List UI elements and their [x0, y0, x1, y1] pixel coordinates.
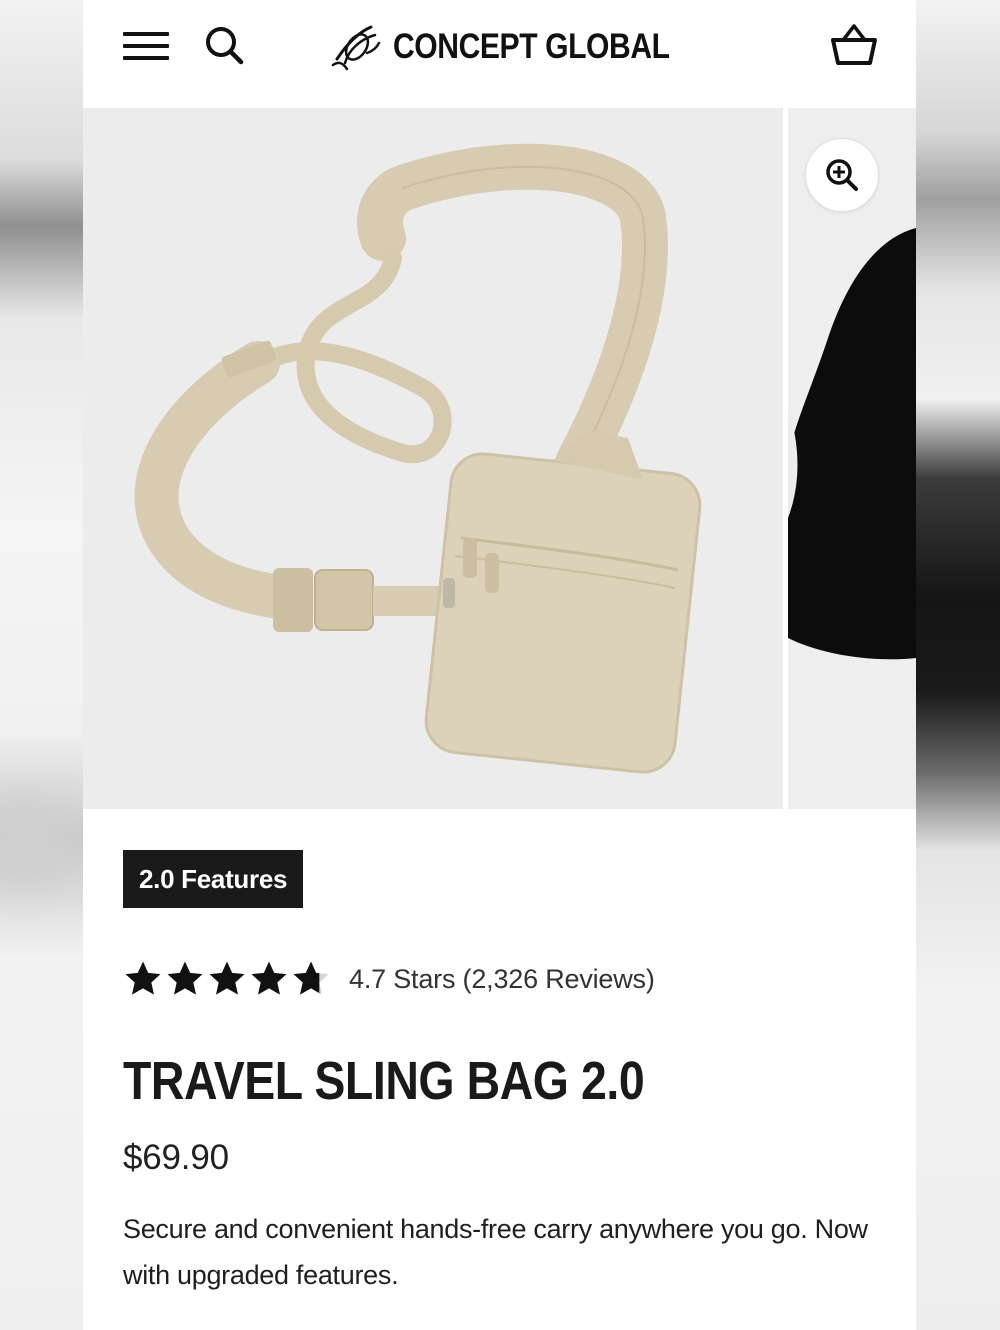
blurred-backdrop-right — [916, 0, 1000, 1330]
brand-logo[interactable]: CONCEPT GLOBAL — [327, 18, 715, 76]
product-description: Secure and convenient hands-free carry a… — [123, 1214, 868, 1290]
feature-badge: 2.0 Features — [123, 850, 304, 908]
product-rating[interactable]: 4.7 Stars (2,326 Reviews) — [123, 955, 655, 1003]
search-button[interactable] — [201, 22, 247, 68]
mobile-product-page: CONCEPT GLOBAL 2.0 Features 4.7 Stars (2… — [83, 0, 916, 1330]
product-image-main[interactable] — [83, 108, 783, 809]
zoom-button[interactable] — [805, 138, 879, 212]
search-icon — [206, 27, 244, 65]
turtle-logo-icon — [331, 25, 381, 71]
brand-name: CONCEPT GLOBAL — [393, 27, 670, 66]
product-image-gallery[interactable] — [83, 108, 916, 809]
site-header: CONCEPT GLOBAL — [83, 0, 916, 108]
cart-button[interactable] — [827, 18, 881, 72]
product-image-next[interactable] — [788, 108, 916, 809]
star-icon-partial — [293, 961, 329, 995]
star-icon — [167, 961, 203, 995]
hamburger-menu-icon — [123, 32, 169, 60]
blurred-backdrop-left — [0, 0, 83, 1330]
star-icon — [125, 961, 161, 995]
star-rating — [123, 959, 331, 999]
menu-button[interactable] — [121, 24, 171, 68]
product-title: TRAVEL SLING BAG 2.0 — [123, 1051, 645, 1111]
zoom-in-icon — [826, 159, 858, 191]
shopping-basket-icon — [831, 24, 877, 65]
model-photo-image — [788, 228, 916, 660]
star-icon — [209, 961, 245, 995]
rating-summary: 4.7 Stars (2,326 Reviews) — [349, 963, 655, 994]
star-icon — [251, 961, 287, 995]
sling-bag-image — [134, 143, 702, 774]
product-price: $69.90 — [123, 1138, 229, 1177]
